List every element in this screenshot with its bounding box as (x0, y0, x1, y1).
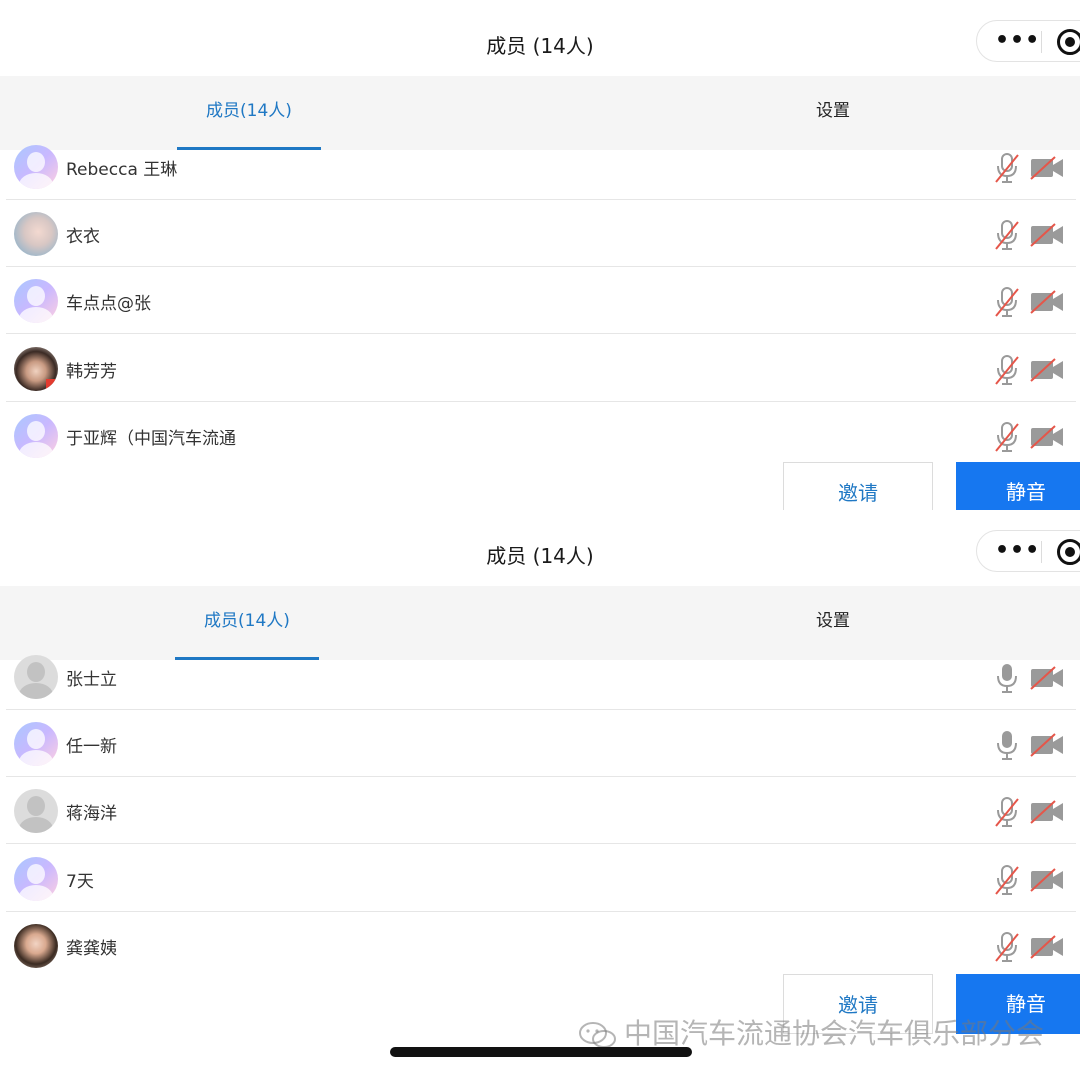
meeting-panel-2: 成员 (14人) ••• 成员(14人) 设置 张士立 任一新 蒋海洋 7天 龚… (0, 510, 1080, 1078)
mini-program-capsule: ••• (976, 20, 1080, 62)
meeting-panel-1: 成员 (14人) ••• 成员(14人) 设置 Rebecca 王琳 衣衣 车点… (0, 0, 1080, 510)
member-name: 衣衣 (66, 227, 100, 247)
page-title: 成员 (14人) (486, 34, 594, 58)
microphone-icon[interactable] (994, 286, 1020, 318)
video-camera-icon[interactable] (1030, 357, 1064, 383)
video-camera-icon[interactable] (1030, 934, 1064, 960)
home-indicator (390, 1047, 692, 1057)
microphone-icon[interactable] (994, 662, 1020, 694)
avatar (14, 789, 58, 833)
list-item[interactable]: Rebecca 王琳 (6, 133, 1076, 200)
list-item[interactable]: 蒋海洋 (6, 777, 1076, 844)
video-camera-icon[interactable] (1030, 424, 1064, 450)
avatar (14, 279, 58, 323)
list-item[interactable]: 7天 (6, 845, 1076, 912)
video-camera-icon[interactable] (1030, 289, 1064, 315)
member-name: 任一新 (66, 737, 117, 757)
avatar (14, 924, 58, 968)
microphone-icon[interactable] (994, 729, 1020, 761)
list-item[interactable]: 衣衣 (6, 200, 1076, 267)
avatar-badge (46, 379, 56, 389)
mini-program-capsule: ••• (976, 530, 1080, 572)
watermark: 中国汽车流通协会汽车俱乐部分会 (578, 1012, 1044, 1052)
watermark-text: 中国汽车流通协会汽车俱乐部分会 (623, 1017, 1044, 1050)
microphone-icon[interactable] (994, 354, 1020, 386)
list-item[interactable]: 车点点@张 (6, 267, 1076, 334)
page-title: 成员 (14人) (486, 544, 594, 568)
video-camera-icon[interactable] (1030, 867, 1064, 893)
video-camera-icon[interactable] (1030, 222, 1064, 248)
invite-button[interactable]: 邀请 (783, 462, 933, 510)
mute-all-button[interactable]: 静音 (956, 462, 1080, 510)
list-item[interactable]: 张士立 (6, 643, 1076, 710)
avatar (14, 145, 58, 189)
microphone-icon[interactable] (994, 864, 1020, 896)
avatar (14, 655, 58, 699)
member-name: 龚龚姨 (66, 939, 117, 959)
avatar (14, 414, 58, 458)
list-item[interactable]: 韩芳芳 (6, 335, 1076, 402)
avatar (14, 857, 58, 901)
microphone-icon[interactable] (994, 931, 1020, 963)
member-name: 车点点@张 (66, 294, 151, 314)
microphone-icon[interactable] (994, 421, 1020, 453)
more-dots-icon[interactable]: ••• (995, 540, 1040, 562)
target-icon[interactable] (1057, 29, 1080, 55)
capsule-divider (1041, 31, 1042, 53)
list-item[interactable]: 龚龚姨 (6, 912, 1076, 979)
member-name: 7天 (66, 872, 94, 892)
member-name: 蒋海洋 (66, 804, 117, 824)
microphone-icon[interactable] (994, 219, 1020, 251)
avatar (14, 722, 58, 766)
avatar (14, 347, 58, 391)
title-bar: 成员 (14人) ••• (0, 0, 1080, 76)
member-name: 韩芳芳 (66, 362, 117, 382)
video-camera-icon[interactable] (1030, 799, 1064, 825)
microphone-icon[interactable] (994, 796, 1020, 828)
title-bar: 成员 (14人) ••• (0, 510, 1080, 586)
avatar (14, 212, 58, 256)
capsule-divider (1041, 541, 1042, 563)
member-name: 张士立 (66, 670, 117, 690)
list-item[interactable]: 任一新 (6, 710, 1076, 777)
target-icon[interactable] (1057, 539, 1080, 565)
video-camera-icon[interactable] (1030, 732, 1064, 758)
video-camera-icon[interactable] (1030, 665, 1064, 691)
member-name: Rebecca 王琳 (66, 160, 178, 180)
video-camera-icon[interactable] (1030, 155, 1064, 181)
wechat-logo-icon (578, 1020, 618, 1050)
list-item[interactable]: 于亚辉（中国汽车流通 (6, 402, 1076, 469)
member-name: 于亚辉（中国汽车流通 (66, 429, 236, 449)
more-dots-icon[interactable]: ••• (995, 30, 1040, 52)
microphone-icon[interactable] (994, 152, 1020, 184)
